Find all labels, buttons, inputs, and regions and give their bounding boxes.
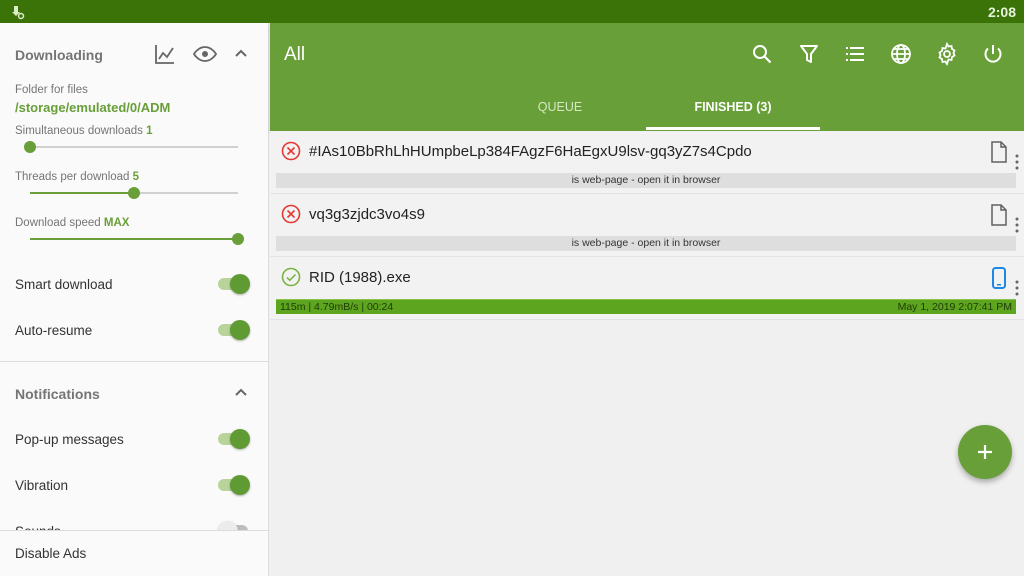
plus-icon [978, 445, 992, 459]
slider-thumb[interactable] [128, 187, 140, 199]
chevron-up-icon[interactable] [229, 42, 253, 66]
download-item[interactable]: RID (1988).exe 115m | 4.79mB/s | 00:24 M… [270, 257, 1024, 320]
vibration-label: Vibration [15, 478, 69, 493]
eye-icon[interactable] [193, 42, 217, 66]
toggle-knob [230, 274, 250, 294]
simultaneous-downloads-label: Simultaneous downloads 1 [15, 125, 152, 137]
more-vert-icon[interactable] [1014, 279, 1020, 297]
notifications-section-title: Notifications [15, 386, 100, 402]
auto-resume-toggle[interactable] [218, 320, 250, 340]
threads-per-download-slider[interactable] [30, 187, 238, 199]
tab-queue[interactable]: QUEUE [460, 100, 660, 114]
app-bar: All QUEUE FINISHED (3) [270, 23, 1024, 131]
speed-value: MAX [103, 217, 130, 229]
chevron-up-icon[interactable] [229, 381, 253, 405]
threads-per-download-label: Threads per download 5 [15, 171, 139, 183]
download-name: RID (1988).exe [309, 269, 411, 286]
more-vert-icon[interactable] [1014, 216, 1020, 234]
toggle-knob [230, 475, 250, 495]
globe-icon[interactable] [889, 42, 913, 66]
download-name: vq3g3zjdc3vo4s9 [309, 206, 425, 223]
filter-icon[interactable] [797, 42, 821, 66]
vibration-toggle[interactable] [218, 475, 250, 495]
active-tab-indicator [646, 127, 820, 130]
simultaneous-label-text: Simultaneous downloads [15, 125, 143, 137]
more-vert-icon[interactable] [1014, 153, 1020, 171]
settings-icon[interactable] [935, 42, 959, 66]
add-download-button[interactable] [958, 425, 1012, 479]
list-icon[interactable] [843, 42, 867, 66]
download-info: is web-page - open it in browser [571, 237, 721, 249]
auto-resume-label: Auto-resume [15, 323, 93, 338]
download-date: May 1, 2019 2:07:41 PM [897, 301, 1012, 313]
status-bar: 2:08 [0, 0, 1024, 23]
chart-icon[interactable] [153, 42, 177, 66]
toggle-knob [230, 320, 250, 340]
download-item[interactable]: vq3g3zjdc3vo4s9 is web-page - open it in… [270, 194, 1024, 257]
downloads-list: #IAs10BbRhLhHUmpbeLp384FAgzF6HaEgxU9lsv-… [270, 131, 1024, 320]
tab-finished[interactable]: FINISHED (3) [646, 100, 820, 114]
slider-thumb[interactable] [24, 141, 36, 153]
threads-label-text: Threads per download [15, 171, 130, 183]
download-speed-label: Download speed MAX [15, 217, 129, 229]
check-circle-icon [281, 267, 301, 287]
simultaneous-value: 1 [146, 125, 153, 137]
threads-value: 5 [132, 171, 140, 183]
folder-label: Folder for files [15, 84, 88, 96]
download-info-bar: is web-page - open it in browser [276, 173, 1016, 188]
folder-path[interactable]: /storage/emulated/0/ADM [15, 100, 170, 115]
download-progress-bar: 115m | 4.79mB/s | 00:24 May 1, 2019 2:07… [276, 299, 1016, 314]
speed-label-text: Download speed [15, 217, 101, 229]
simultaneous-downloads-slider[interactable] [24, 141, 238, 153]
download-info: is web-page - open it in browser [571, 174, 721, 186]
download-item[interactable]: #IAs10BbRhLhHUmpbeLp384FAgzF6HaEgxU9lsv-… [270, 131, 1024, 194]
page-title[interactable]: All [284, 44, 305, 66]
slider-fill [30, 238, 238, 240]
slider-fill [30, 192, 134, 194]
document-icon[interactable] [990, 204, 1008, 226]
smart-download-toggle[interactable] [218, 274, 250, 294]
search-icon[interactable] [750, 42, 774, 66]
adm-download-icon [12, 6, 25, 20]
popup-messages-toggle[interactable] [218, 429, 250, 449]
power-icon[interactable] [981, 42, 1005, 66]
error-icon [281, 141, 301, 161]
disable-ads-label: Disable Ads [15, 546, 87, 561]
smart-download-label: Smart download [15, 277, 113, 292]
slider-thumb[interactable] [232, 233, 244, 245]
toggle-knob [230, 429, 250, 449]
download-stats: 115m | 4.79mB/s | 00:24 [280, 301, 394, 313]
error-icon [281, 204, 301, 224]
download-name: #IAs10BbRhLhHUmpbeLp384FAgzF6HaEgxU9lsv-… [309, 143, 752, 160]
download-info-bar: is web-page - open it in browser [276, 236, 1016, 251]
downloading-section-title: Downloading [15, 47, 103, 63]
download-speed-slider[interactable] [30, 233, 244, 245]
document-icon[interactable] [990, 141, 1008, 163]
section-divider [0, 361, 268, 362]
smartphone-icon[interactable] [990, 267, 1008, 289]
settings-drawer: Downloading Folder for files /storage/em… [0, 23, 269, 576]
disable-ads-button[interactable]: Disable Ads [0, 530, 268, 576]
clock: 2:08 [987, 4, 1016, 20]
popup-messages-label: Pop-up messages [15, 432, 124, 447]
